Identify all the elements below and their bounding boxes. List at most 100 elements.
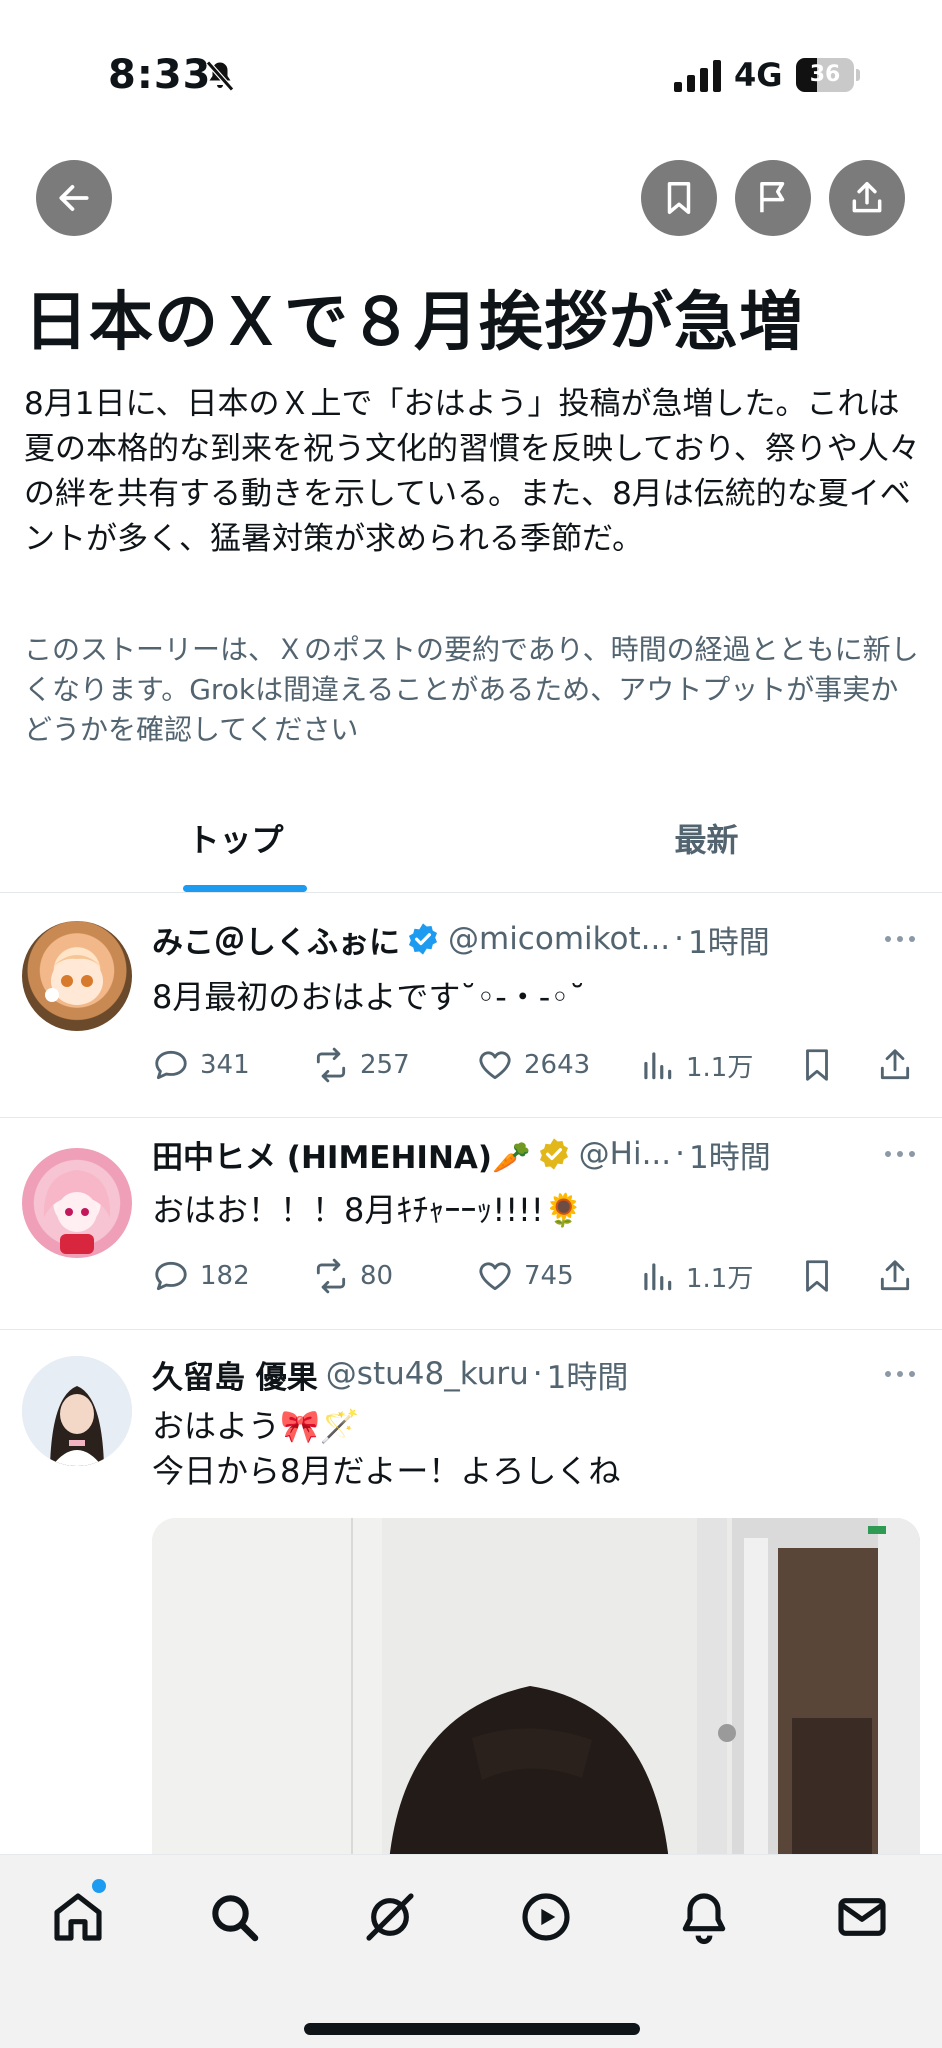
story-summary: 8月1日に、日本のＸ上で「おはよう」投稿が急増した。これは夏の本格的な到来を祝う…	[24, 386, 920, 557]
like-button[interactable]: 2643	[476, 1043, 590, 1087]
reply-icon	[155, 1050, 187, 1080]
view-count: 1.1万	[686, 1052, 754, 1083]
notification-dot	[92, 1879, 106, 1893]
mail-icon	[838, 1898, 886, 1936]
repost-button[interactable]: 257	[312, 1043, 410, 1087]
network-type: 4G	[734, 56, 783, 94]
home-indicator	[304, 2023, 640, 2035]
like-button[interactable]: 745	[476, 1254, 574, 1298]
reply-icon	[155, 1261, 187, 1291]
nav-video[interactable]	[514, 1885, 578, 1949]
repost-count: 80	[360, 1261, 394, 1291]
post-time: 1時間	[689, 1139, 771, 1176]
nav-search[interactable]	[202, 1885, 266, 1949]
story-title: 日本のＸで８月挨拶が急増	[24, 286, 804, 360]
views-button[interactable]: 1.1万	[638, 1043, 753, 1087]
like-count: 2643	[524, 1050, 591, 1080]
bookmark-icon	[806, 1049, 828, 1081]
handle[interactable]: @stu48_kuru	[326, 1356, 529, 1392]
grok-icon	[366, 1893, 414, 1941]
battery-level: 36	[809, 62, 841, 87]
bookmark-icon	[667, 182, 691, 214]
display-name[interactable]: 田中ヒメ (HIMEHINA)🥕	[152, 1132, 531, 1176]
nav-home[interactable]	[46, 1885, 110, 1949]
post-text-line: おはよう🎀🪄	[152, 1407, 360, 1445]
repost-button[interactable]: 80	[312, 1254, 393, 1298]
reply-button[interactable]: 182	[152, 1254, 250, 1298]
battery-icon: 36	[796, 58, 860, 92]
heart-icon	[479, 1051, 511, 1080]
nav-messages[interactable]	[830, 1885, 894, 1949]
bell-slash-icon	[206, 60, 234, 92]
more-options-button[interactable]	[880, 1132, 920, 1176]
avatar-image	[45, 955, 104, 1005]
post-bookmark-button[interactable]	[798, 1254, 846, 1298]
post[interactable]: 田中ヒメ (HIMEHINA)🥕 @Hi... · 1時間 おはお！！！8月ｷﾁ…	[0, 1118, 942, 1330]
avatar[interactable]	[22, 1148, 132, 1258]
post-actions: 341 257 2643 1.1万	[152, 1043, 924, 1087]
handle[interactable]: @micomikot...	[448, 921, 670, 957]
tab-bar: トップ 最新	[0, 800, 942, 893]
arrow-left-icon	[59, 185, 89, 211]
post-actions: 182 80 745 1.1万	[152, 1254, 924, 1298]
tab-active-indicator	[183, 885, 307, 892]
signal-bars-icon	[674, 60, 721, 92]
like-count: 745	[524, 1261, 574, 1291]
post-header: 久留島 優果 @stu48_kuru · 1時間	[152, 1352, 872, 1396]
screen: 8:33 4G 36 日本のＸで８月挨拶が急増 8月1日に、日本のＸ上で「おはよ…	[0, 0, 942, 2048]
post[interactable]: みこ＠しくふぉに @micomikot... · 1時間 8月最初のおはよです˘…	[0, 893, 942, 1118]
post-time: 1時間	[688, 924, 770, 961]
nav-notifications[interactable]	[672, 1885, 736, 1949]
more-options-button[interactable]	[880, 917, 920, 961]
repost-icon	[316, 1258, 346, 1294]
display-name[interactable]: 久留島 優果	[152, 1352, 318, 1396]
views-button[interactable]: 1.1万	[638, 1254, 753, 1298]
post-share-button[interactable]	[876, 1043, 924, 1087]
post-time: 1時間	[546, 1359, 629, 1396]
avatar[interactable]	[22, 921, 132, 1031]
repost-icon	[316, 1047, 346, 1083]
share-icon	[880, 1260, 910, 1291]
view-count: 1.1万	[686, 1263, 754, 1294]
share-icon	[880, 1049, 910, 1080]
flag-icon	[760, 182, 785, 213]
post-bookmark-button[interactable]	[798, 1043, 846, 1087]
search-icon	[212, 1895, 259, 1942]
reply-count: 182	[200, 1261, 250, 1291]
more-options-button[interactable]	[880, 1352, 920, 1396]
avatar-image	[22, 1356, 132, 1466]
share-icon	[852, 182, 882, 213]
tab-latest[interactable]: 最新	[471, 800, 942, 893]
bar-chart-icon	[644, 1052, 672, 1080]
bookmark-icon	[806, 1260, 828, 1292]
post-text: 8月最初のおはよです˘◦-・-◦˘	[152, 978, 586, 1016]
more-icon	[885, 936, 915, 942]
display-name[interactable]: みこ＠しくふぉに	[152, 917, 400, 961]
status-time: 8:33	[108, 52, 212, 98]
share-button[interactable]	[829, 160, 905, 236]
post-text: おはお！！！8月ｷﾁｬｰｰｯ!!!!🌻	[152, 1191, 584, 1229]
reply-count: 341	[200, 1050, 250, 1080]
handle[interactable]: @Hi...	[579, 1136, 672, 1172]
bookmark-button[interactable]	[641, 160, 717, 236]
separator-dot: ·	[532, 1356, 543, 1392]
play-icon	[522, 1893, 570, 1941]
bell-icon	[682, 1893, 726, 1945]
more-icon	[885, 1151, 915, 1157]
reply-button[interactable]: 341	[152, 1043, 250, 1087]
post-text-line: 今日から8月だよー！よろしくね	[152, 1452, 621, 1490]
report-button[interactable]	[735, 160, 811, 236]
verified-gold-badge-icon	[539, 1138, 568, 1170]
home-icon	[54, 1893, 102, 1941]
post-header: 田中ヒメ (HIMEHINA)🥕 @Hi... · 1時間	[152, 1132, 872, 1176]
tab-top[interactable]: トップ	[0, 800, 471, 893]
post-share-button[interactable]	[876, 1254, 924, 1298]
repost-count: 257	[360, 1050, 410, 1080]
avatar[interactable]	[22, 1356, 132, 1466]
back-button[interactable]	[36, 160, 112, 236]
separator-dot: ·	[675, 1136, 686, 1172]
nav-grok[interactable]	[358, 1885, 422, 1949]
story-disclaimer: このストーリーは、Ｘのポストの要約であり、時間の経過とともに新しくなります。Gr…	[24, 633, 919, 746]
heart-icon	[479, 1262, 511, 1291]
more-icon	[885, 1371, 915, 1377]
